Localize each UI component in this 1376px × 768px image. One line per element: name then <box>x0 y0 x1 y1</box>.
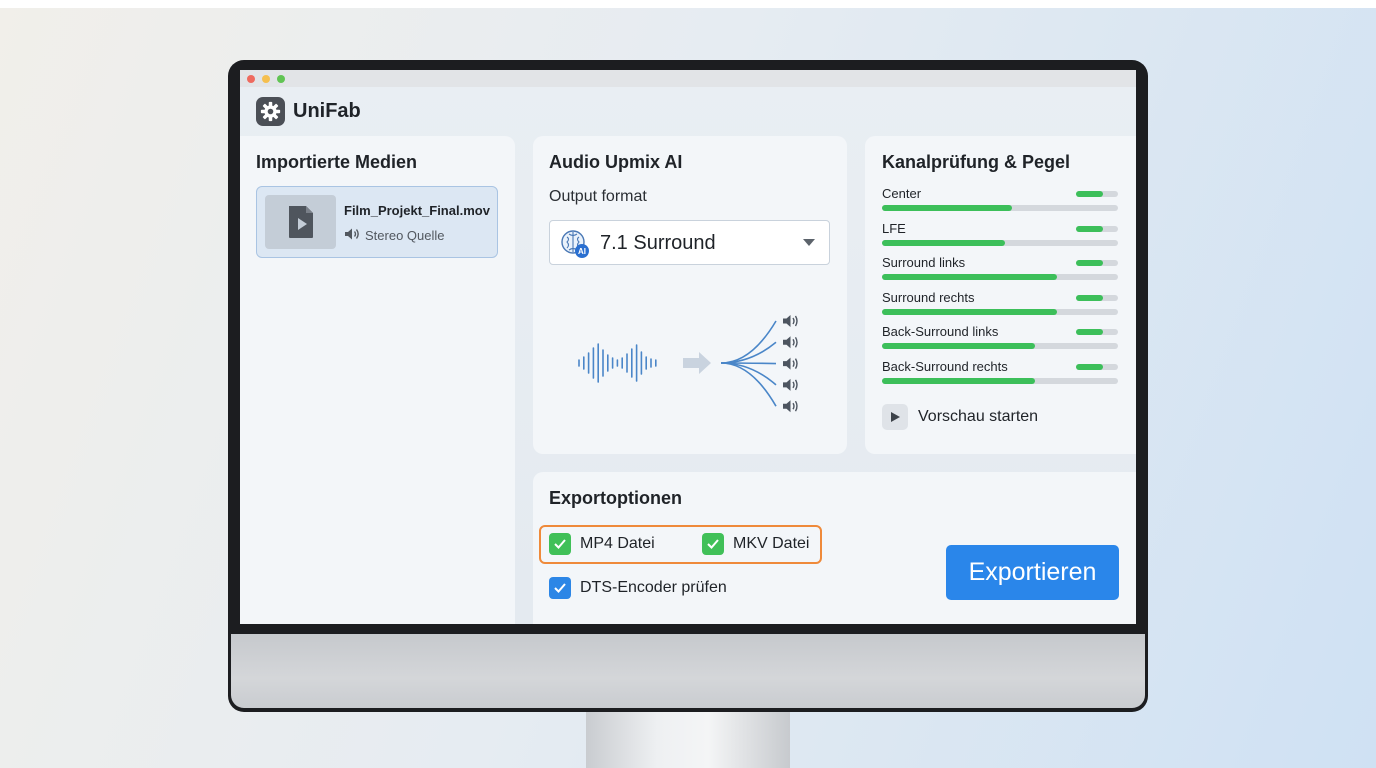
channel-panel-title: Kanalprüfung & Pegel <box>882 152 1071 172</box>
channel-peak-meter <box>1076 294 1118 301</box>
media-item[interactable]: Film_Projekt_Final.mov Stereo Quelle <box>256 186 498 258</box>
channel-peak-fill <box>1076 225 1104 232</box>
channel-level-meter <box>882 239 1118 246</box>
channel-level-fill <box>882 274 1057 280</box>
play-icon <box>882 404 908 430</box>
speaker-icon <box>783 378 798 391</box>
output-format-label: Output format <box>549 188 647 205</box>
app-window: UniFab Importierte Medien Film_Projekt_F… <box>240 70 1136 624</box>
video-file-icon <box>265 195 336 249</box>
ai-brain-icon: AI <box>560 229 590 259</box>
channel-level-meter <box>882 274 1118 280</box>
channel-level-meter <box>882 308 1118 315</box>
export-button[interactable]: Exportieren <box>946 545 1119 600</box>
close-window-button[interactable] <box>247 75 255 83</box>
media-panel-title: Importierte Medien <box>256 152 418 172</box>
mkv-checkbox[interactable] <box>702 533 724 555</box>
svg-text:AI: AI <box>578 247 586 256</box>
channel-row: Center <box>882 186 1118 218</box>
speaker-icon <box>783 315 798 327</box>
upmix-visualization <box>578 315 798 413</box>
selected-format-value: 7.1 Surround <box>600 232 716 254</box>
upmix-panel-title: Audio Upmix AI <box>549 152 683 172</box>
channel-level-meter <box>882 343 1118 349</box>
audio-upmix-panel: Audio Upmix AI Output format AI 7.1 Surr… <box>533 136 847 454</box>
channel-peak-meter <box>1076 260 1118 266</box>
top-border <box>0 0 1376 8</box>
mp4-checkbox[interactable] <box>549 533 571 555</box>
channel-levels-panel: Kanalprüfung & Pegel Center LFE Surround l… <box>865 136 1136 454</box>
speaker-icon <box>344 227 360 244</box>
channel-peak-meter <box>1076 363 1118 370</box>
speaker-icon <box>783 336 798 349</box>
gear-icon <box>256 97 285 126</box>
maximize-window-button[interactable] <box>277 75 285 83</box>
chevron-down-icon <box>803 239 815 246</box>
channel-level-meter <box>882 205 1118 211</box>
mp4-label: MP4 Datei <box>580 535 655 552</box>
preview-label: Vorschau starten <box>918 408 1039 425</box>
app-title: UniFab <box>293 100 361 122</box>
dts-label: DTS-Encoder prüfen <box>580 579 727 596</box>
imported-media-panel: Importierte Medien Film_Projekt_Final.mo… <box>240 136 515 624</box>
monitor-chin <box>231 634 1145 708</box>
channel-row: LFE <box>882 221 1118 253</box>
checkmark-icon <box>554 539 566 549</box>
speaker-icon <box>783 400 798 413</box>
channel-level-meter <box>882 377 1118 384</box>
channel-peak-fill <box>1076 329 1104 335</box>
channel-label: Center <box>882 186 922 201</box>
channel-row: Surround links <box>882 255 1118 287</box>
checkmark-icon <box>707 539 719 549</box>
channel-level-fill <box>882 205 1012 211</box>
checkmark-icon <box>554 583 566 593</box>
mp4-option[interactable]: MP4 Datei <box>549 533 655 555</box>
output-format-select[interactable]: AI 7.1 Surround <box>549 220 830 265</box>
media-source-label: Stereo Quelle <box>365 228 445 243</box>
channel-label: Back-Surround links <box>882 324 999 339</box>
channel-row: Back-Surround links <box>882 324 1118 356</box>
channel-peak-fill <box>1076 363 1104 370</box>
channel-peak-meter <box>1076 225 1118 232</box>
minimize-window-button[interactable] <box>262 75 270 83</box>
channel-row: Back-Surround rechts <box>882 359 1118 391</box>
waveform-icon <box>578 343 657 383</box>
title-bar <box>240 70 1136 87</box>
channel-level-fill <box>882 308 1057 315</box>
dts-encoder-option[interactable]: DTS-Encoder prüfen <box>549 577 727 599</box>
arrow-right-icon <box>683 352 711 374</box>
mkv-label: MKV Datei <box>733 535 810 552</box>
channel-label: Surround rechts <box>882 289 975 305</box>
export-options-panel: Exportoptionen MP4 Datei MKV Datei DTS-E… <box>533 472 1136 624</box>
channel-peak-meter <box>1076 329 1118 335</box>
media-filename: Film_Projekt_Final.mov <box>344 203 490 218</box>
media-source-info: Stereo Quelle <box>344 227 445 244</box>
channel-label: Surround links <box>882 255 966 270</box>
preview-start-button[interactable]: Vorschau starten <box>882 404 1038 430</box>
mkv-option[interactable]: MKV Datei <box>702 533 809 555</box>
channel-peak-meter <box>1076 191 1118 197</box>
channel-peak-fill <box>1076 294 1104 301</box>
channel-label: LFE <box>882 220 906 236</box>
speaker-array-icons <box>783 315 798 413</box>
channel-row: Surround rechts <box>882 290 1118 322</box>
channel-label: Back-Surround rechts <box>882 358 1008 374</box>
channel-peak-fill <box>1076 191 1104 197</box>
channel-split-icon <box>720 320 777 407</box>
channel-level-fill <box>882 239 1005 246</box>
dts-checkbox[interactable] <box>549 577 571 599</box>
channel-peak-fill <box>1076 260 1104 266</box>
speaker-icon <box>783 357 798 370</box>
channel-level-fill <box>882 343 1036 349</box>
export-panel-title: Exportoptionen <box>549 488 682 508</box>
channel-level-fill <box>882 377 1036 384</box>
